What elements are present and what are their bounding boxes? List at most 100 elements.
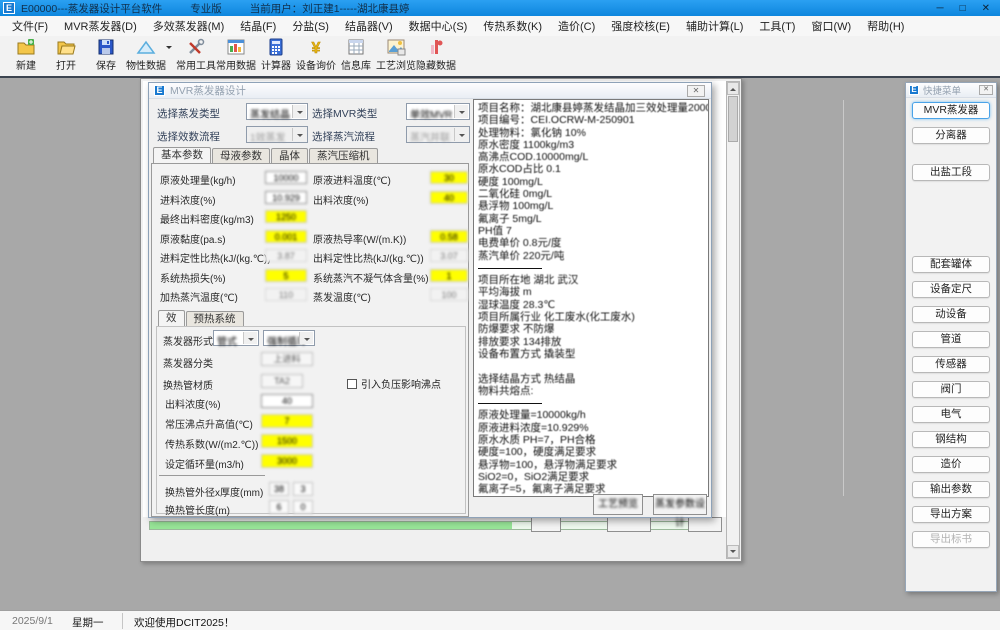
calculator-button[interactable]: 计算器 [256,36,296,74]
dialog-tab[interactable]: 母液参数 [212,148,270,164]
quick-menu-button[interactable]: 钢结构 [912,431,990,448]
background-button[interactable] [607,517,651,532]
dialog-tab[interactable]: 蒸汽压缩机 [309,148,378,164]
menu-item[interactable]: 工具(T) [751,18,803,34]
minimize-icon[interactable]: ─ [936,3,943,14]
quick-menu-button[interactable]: 导出标书 [912,531,990,548]
dialog-tab[interactable]: 基本参数 [153,147,211,164]
quick-menu-button[interactable]: 出盐工段 [912,164,990,181]
vertical-scrollbar[interactable] [726,81,740,559]
field-value[interactable]: 10.929 [265,191,307,204]
field-value[interactable]: 40 [261,394,313,408]
menu-item[interactable]: 多效蒸发器(M) [145,18,233,34]
menu-item[interactable]: 窗口(W) [803,18,859,34]
vacuum-checkbox[interactable]: 引入负压影响沸点 [347,376,441,391]
scroll-down-button[interactable] [727,545,739,558]
quick-menu-button[interactable]: 导出方案 [912,506,990,523]
common-data-button[interactable]: 常用数据 [216,36,256,74]
menu-item[interactable]: 分盐(S) [284,18,337,34]
menu-item[interactable]: 造价(C) [550,18,603,34]
common-tools-button[interactable]: 常用工具 [176,36,216,74]
field-value[interactable]: 7 [261,414,313,428]
field-value[interactable]: 38 [269,482,289,496]
field-label: 出料浓度(%) [313,192,369,207]
open-button[interactable]: 打开 [46,36,86,74]
equipment-price-button[interactable]: ¥ 设备询价 [296,36,336,74]
field-value[interactable]: 1500 [261,434,313,448]
dialog-tab[interactable]: 晶体 [271,148,308,164]
field-value[interactable]: 1 [430,269,468,282]
window-controls: ─ □ ✕ [936,3,1000,14]
quick-menu-button[interactable]: 配套罐体 [912,256,990,273]
field-value[interactable]: 5 [265,269,307,282]
quick-menu-button[interactable]: 电气 [912,406,990,423]
scroll-up-button[interactable] [727,82,739,95]
menu-item[interactable]: 辅助计算(L) [678,18,751,34]
evaporator-class-value[interactable]: 上进料 [261,352,313,366]
chevron-down-icon [248,338,254,344]
quick-menu-button[interactable]: 设备定尺 [912,281,990,298]
menu-item[interactable]: 数据中心(S) [401,18,476,34]
mvr-type-select[interactable]: 单效MVR [406,103,470,120]
field-value[interactable]: 40 [430,191,468,204]
field-value[interactable]: 0.001 [265,230,307,243]
background-button[interactable] [531,517,561,532]
field-value[interactable]: 3.87 [265,249,307,262]
maximize-icon[interactable]: □ [960,3,966,14]
field-value[interactable]: 1250 [265,210,307,223]
effect-flow-select[interactable]: 1效蒸发 [246,126,308,143]
menu-item[interactable]: 强度校核(E) [603,18,678,34]
dialog-close-button[interactable]: ✕ [687,85,705,97]
new-button[interactable]: 新建 [6,36,46,74]
info-line: 原液进料浓度=10.929% [478,422,698,434]
field-value[interactable]: 0 [293,500,313,514]
hide-data-button[interactable]: 隐藏数据 [416,36,456,74]
close-icon[interactable]: ✕ [982,3,990,14]
effect-tab[interactable]: 效 [158,310,185,327]
save-button[interactable]: 保存 [86,36,126,74]
evap-param-design-button[interactable]: 蒸发参数设计 [653,494,707,515]
field-value[interactable]: 6 [269,500,289,514]
quick-menu-button[interactable]: 管道 [912,331,990,348]
field-value[interactable]: 100 [430,288,468,301]
menu-item[interactable]: MVR蒸发器(D) [56,18,145,34]
project-info-panel[interactable]: 项目名称：湖北康县婷蒸发结晶加三效处理量2000kg/h项目编号：CEI.OCR… [473,99,709,497]
background-button[interactable] [688,517,722,532]
tube-material-value[interactable]: TA2 [261,374,303,388]
process-preview-button[interactable]: 工艺预览 [593,494,643,515]
menu-item[interactable]: 传热系数(K) [475,18,550,34]
field-value[interactable]: 110 [265,288,307,301]
steam-flow-select[interactable]: 蒸汽并联 [406,126,470,143]
evaporator-form-select[interactable]: 管式 [213,330,259,346]
yuan-price-icon: ¥ [306,37,326,57]
info-library-button[interactable]: 信息库 [336,36,376,74]
field-value[interactable]: 3.07 [430,249,468,262]
field-value[interactable]: 3 [293,482,313,496]
field-label: 原液处理量(kg/h) [160,172,236,187]
quick-menu-button[interactable]: 传感器 [912,356,990,373]
field-value[interactable]: 10000 [265,171,307,184]
quick-menu-button[interactable]: MVR蒸发器 [912,102,990,119]
field-value[interactable]: 3000 [261,454,313,468]
effect-tab[interactable]: 预热系统 [186,311,244,327]
quick-menu-button[interactable]: 阀门 [912,381,990,398]
process-view-button[interactable]: 工艺浏览 [376,36,416,74]
quick-menu-button[interactable]: 输出参数 [912,481,990,498]
menu-item[interactable]: 结晶器(V) [337,18,401,34]
info-line: 原水COD占比 0.1 [478,163,698,175]
quick-menu-button[interactable]: 造价 [912,456,990,473]
dropdown-caret-icon[interactable] [166,46,172,52]
menu-item[interactable]: 文件(F) [4,18,56,34]
quick-menu-button[interactable]: 分离器 [912,127,990,144]
field-value[interactable]: 0.58 [430,230,468,243]
property-data-button[interactable]: 物性数据 [126,36,166,74]
field-value[interactable]: 30 [430,171,468,184]
quick-menu-close-button[interactable]: ✕ [979,85,993,95]
menu-item[interactable]: 帮助(H) [859,18,912,34]
menu-item[interactable]: 结晶(F) [232,18,284,34]
scrollbar-thumb[interactable] [728,96,738,142]
quick-menu-button[interactable]: 动设备 [912,306,990,323]
evaporator-form-select2[interactable]: 强制循环 [263,330,315,346]
info-scrollbar[interactable] [843,100,844,496]
evap-type-select[interactable]: 蒸发结晶 [246,103,308,120]
